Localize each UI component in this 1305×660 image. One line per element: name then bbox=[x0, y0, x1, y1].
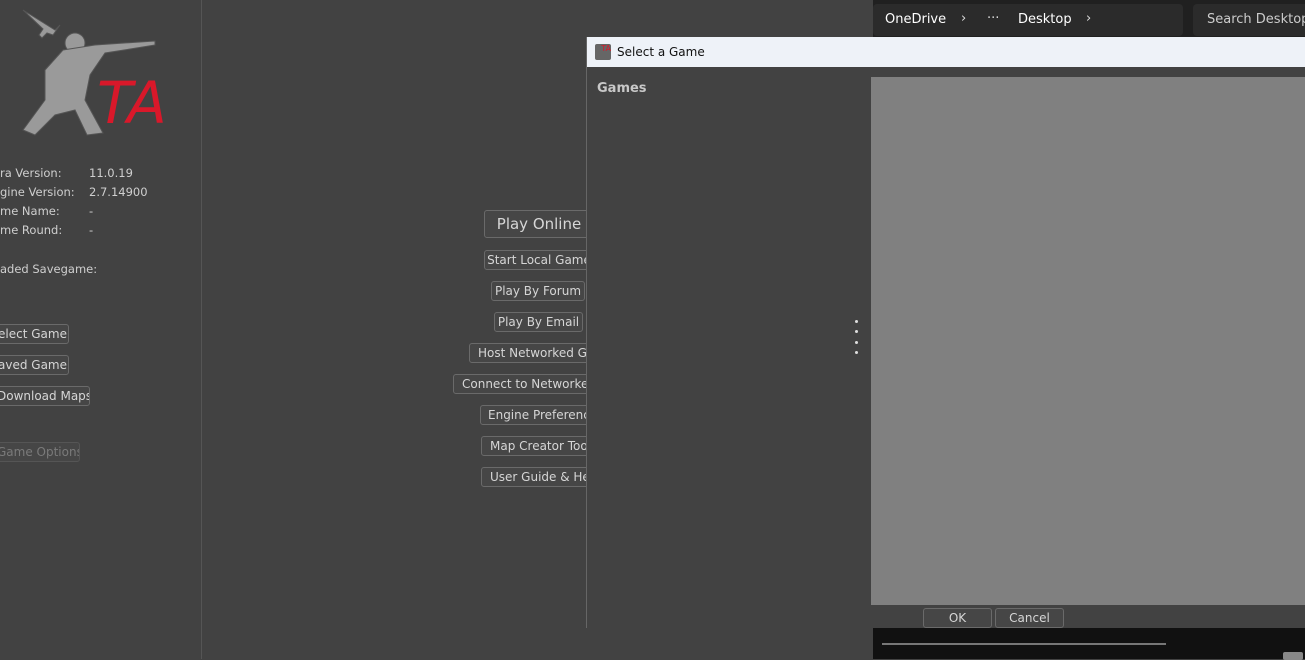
play-online-button[interactable]: Play Online bbox=[484, 210, 586, 238]
start-local-game-button[interactable]: Start Local Game bbox=[484, 250, 586, 270]
info-label: gine Version: bbox=[0, 185, 75, 199]
info-label: me Round: bbox=[0, 223, 63, 237]
progress-line bbox=[882, 643, 1166, 645]
split-pane-handle[interactable] bbox=[853, 320, 859, 354]
info-label: ra Version: bbox=[0, 166, 62, 180]
main-menu: Play Online Start Local Game Play By For… bbox=[202, 0, 586, 659]
host-networked-game-button[interactable]: Host Networked Gar bbox=[469, 343, 586, 363]
map-creator-tools-button[interactable]: Map Creator Tools bbox=[481, 436, 586, 456]
games-list[interactable] bbox=[587, 97, 869, 605]
breadcrumb: OneDrive › ··· Desktop › bbox=[873, 4, 1183, 36]
loaded-savegame-label: aded Savegame: bbox=[0, 262, 98, 276]
info-value: - bbox=[89, 204, 94, 218]
download-maps-button[interactable]: Download Maps bbox=[0, 386, 90, 406]
play-by-email-button[interactable]: Play By Email bbox=[494, 312, 583, 332]
user-guide-button[interactable]: User Guide & Help bbox=[481, 467, 586, 487]
more-icon[interactable]: ··· bbox=[987, 11, 999, 26]
triplea-logo: TA bbox=[22, 9, 165, 137]
game-options-button: Game Options bbox=[0, 442, 80, 462]
file-explorer-bar: OneDrive › ··· Desktop › Search Desktop bbox=[873, 0, 1305, 37]
info-label: me Name: bbox=[0, 204, 60, 218]
game-preview-pane bbox=[871, 77, 1305, 605]
game-info-panel: TA ra Version: 11.0.19 gine Version: 2.7… bbox=[0, 0, 201, 659]
connect-networked-game-button[interactable]: Connect to Networked ( bbox=[453, 374, 586, 394]
info-value: 11.0.19 bbox=[89, 166, 133, 180]
breadcrumb-onedrive[interactable]: OneDrive bbox=[885, 12, 946, 27]
background-window bbox=[873, 628, 1305, 660]
dialog-titlebar[interactable]: TA Select a Game bbox=[587, 37, 1305, 67]
engine-preferences-button[interactable]: Engine Preferences bbox=[480, 405, 586, 425]
dialog-title: Select a Game bbox=[617, 45, 705, 59]
saved-game-button[interactable]: aved Game bbox=[0, 355, 69, 375]
ok-button[interactable]: OK bbox=[923, 608, 992, 628]
breadcrumb-desktop[interactable]: Desktop bbox=[1018, 12, 1072, 27]
select-game-dialog: TA Select a Game Games OK Cancel bbox=[586, 37, 1305, 628]
chevron-right-icon: › bbox=[1086, 11, 1092, 26]
play-by-forum-button[interactable]: Play By Forum bbox=[491, 281, 585, 301]
info-value: - bbox=[89, 223, 94, 237]
select-game-button[interactable]: elect Game bbox=[0, 324, 69, 344]
search-input[interactable]: Search Desktop bbox=[1193, 4, 1305, 36]
logo-text: TA bbox=[97, 69, 165, 137]
chevron-right-icon: › bbox=[961, 11, 967, 26]
app-icon: TA bbox=[595, 44, 611, 60]
info-value: 2.7.14900 bbox=[89, 185, 148, 199]
cancel-button[interactable]: Cancel bbox=[995, 608, 1064, 628]
games-label: Games bbox=[597, 81, 647, 96]
